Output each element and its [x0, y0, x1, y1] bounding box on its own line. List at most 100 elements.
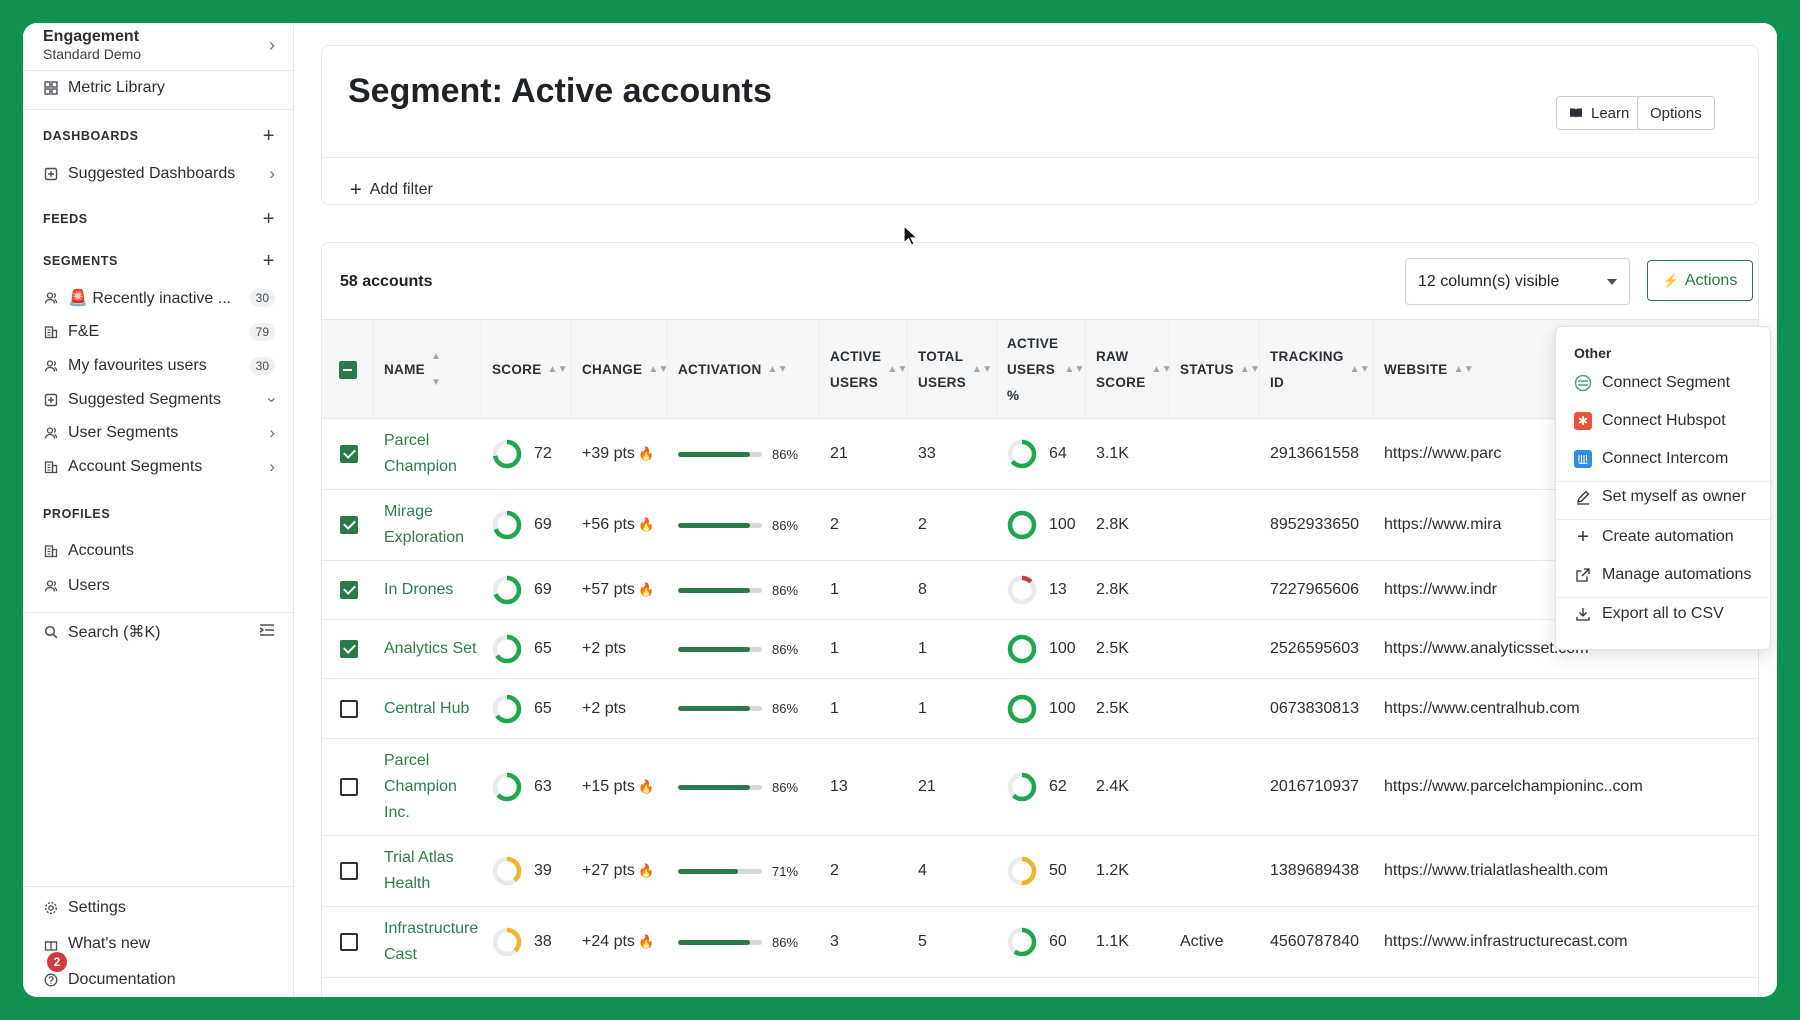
active-users-value: 2 — [830, 516, 839, 533]
add-feed-icon[interactable]: + — [263, 208, 275, 231]
active-users-pct-value: 13 — [1049, 581, 1067, 598]
row-select-cell — [340, 620, 358, 678]
change-value: +24 pts — [582, 933, 635, 950]
active-users-value: 1 — [830, 581, 839, 598]
column-header-score[interactable]: SCORE ▲▼ — [482, 320, 572, 420]
menu-item-label: Connect Hubspot — [1602, 412, 1726, 429]
column-visibility-select[interactable]: 12 column(s) visible — [1405, 258, 1630, 305]
column-header-name[interactable]: NAME ▲ ▼ — [374, 320, 482, 420]
change-cell: +57 pts 🔥 — [582, 561, 654, 619]
score-value: 69 — [534, 581, 552, 598]
actions-button[interactable]: ⚡ Actions — [1647, 260, 1753, 301]
change-value: +2 pts — [582, 699, 627, 717]
table-row[interactable]: Parcel Champion 72 +39 pts 🔥 86% 21 33 64 3.1K 29… — [322, 419, 1758, 490]
menu-item-export-csv[interactable]: Export all to CSV — [1574, 600, 1764, 628]
sidebar-item-suggested-segments[interactable]: Suggested Segments › — [43, 387, 282, 413]
add-segment-icon[interactable]: + — [263, 250, 275, 273]
sidebar-item-fe[interactable]: F&E 79 — [43, 319, 275, 345]
learn-button[interactable]: Learn — [1556, 96, 1643, 130]
sidebar-search[interactable]: Search (⌘K) — [43, 619, 275, 645]
row-checkbox[interactable] — [340, 699, 358, 718]
sidebar-item-metric-library[interactable]: Metric Library — [43, 75, 275, 101]
column-header-change[interactable]: CHANGE ▲▼ — [572, 320, 668, 420]
change-cell: +39 pts 🔥 — [582, 419, 654, 489]
flame-icon: 🔥 — [637, 934, 655, 949]
total-users-cell: 33 — [918, 419, 936, 489]
column-header-tracking-id[interactable]: TRACKING ID ▲▼ — [1260, 320, 1374, 420]
column-header-raw-score[interactable]: RAW SCORE ▲▼ — [1086, 320, 1172, 420]
sidebar-item-label: What's new — [68, 935, 151, 952]
select-all-checkbox[interactable] — [338, 361, 357, 379]
sidebar-item-user-segments[interactable]: User Segments › — [43, 420, 275, 446]
sidebar-item-whats-new[interactable]: What's new — [43, 931, 275, 957]
options-button[interactable]: Options — [1637, 96, 1715, 130]
sidebar-item-settings[interactable]: Settings — [43, 895, 275, 921]
sidebar-item-suggested-dashboards[interactable]: Suggested Dashboards › — [43, 161, 275, 187]
users-icon — [43, 358, 59, 374]
options-label: Options — [1650, 104, 1702, 122]
active-users-ring — [1007, 439, 1037, 469]
collapse-sidebar-icon[interactable] — [259, 622, 275, 642]
sidebar-item-recently-inactive[interactable]: 🚨 Recently inactive ... 30 — [43, 285, 275, 311]
menu-item-connect-segment[interactable]: Connect Segment — [1574, 369, 1764, 397]
menu-item-manage-automations[interactable]: Manage automations — [1574, 561, 1764, 589]
change-cell: +27 pts 🔥 — [582, 836, 654, 906]
account-name-link[interactable]: In Drones — [384, 577, 453, 603]
column-header-active-users[interactable]: ACTIVE USERS ▲▼ — [820, 320, 908, 420]
column-header-total-users[interactable]: TOTAL USERS ▲▼ — [908, 320, 997, 420]
table-row[interactable]: Analytics Set 65 +2 pts 86% 1 1 100 2.5K 2526595… — [322, 620, 1758, 679]
column-header-activation[interactable]: ACTIVATION ▲▼ — [668, 320, 820, 420]
table-row[interactable]: Infrastructure Cast 38 +24 pts 🔥 86% 3 5 60 1.1K… — [322, 907, 1758, 978]
header-label: TOTAL USERS — [918, 349, 967, 390]
account-name-link[interactable]: Central Hub — [384, 696, 469, 722]
table-row[interactable]: In Drones 69 +57 pts 🔥 86% 1 8 13 2.8K 7227965606… — [322, 561, 1758, 620]
table-row[interactable]: Parcel Champion Inc. 63 +15 pts 🔥 86% 13 21 62 2… — [322, 739, 1758, 836]
flame-icon: 🔥 — [637, 863, 655, 878]
column-header-status[interactable]: STATUS ▲▼ — [1170, 320, 1260, 420]
help-icon — [43, 972, 59, 988]
add-dashboard-icon[interactable]: + — [263, 125, 275, 148]
account-name-link[interactable]: Parcel Champion — [384, 428, 482, 480]
table-row[interactable]: Central Hub 65 +2 pts 86% 1 1 100 2.5K 067383081… — [322, 679, 1758, 739]
progress-bar — [678, 451, 762, 457]
sidebar-item-my-favourites[interactable]: My favourites users 30 — [43, 353, 275, 379]
intercom-icon — [1574, 450, 1592, 468]
active-users-ring — [1007, 927, 1037, 957]
column-header-active-users-pct[interactable]: ACTIVE USERS% ▲▼ — [997, 320, 1086, 420]
active-users-cell: 3 — [830, 907, 839, 977]
change-value: +57 pts — [582, 581, 635, 598]
status-value: Active — [1180, 933, 1224, 950]
name-cell: Analytics Set — [384, 620, 482, 678]
sidebar-item-account-segments[interactable]: Account Segments › — [43, 454, 275, 480]
account-name-link[interactable]: Infrastructure Cast — [384, 916, 482, 968]
count-badge: 30 — [249, 289, 275, 307]
menu-item-create-automation[interactable]: + Create automation — [1574, 523, 1764, 551]
sidebar-item-accounts[interactable]: Accounts — [43, 538, 275, 564]
row-checkbox[interactable] — [340, 581, 358, 599]
row-checkbox[interactable] — [340, 862, 358, 880]
score-ring — [492, 510, 522, 540]
menu-item-set-owner[interactable]: Set myself as owner — [1574, 483, 1764, 511]
sidebar-item-label: Metric Library — [68, 79, 165, 96]
account-name-link[interactable]: Parcel Champion Inc. — [384, 748, 482, 826]
workspace-switcher[interactable]: Engagement Standard Demo › — [43, 27, 275, 69]
row-checkbox[interactable] — [340, 516, 358, 534]
tracking-id-cell: 4560787840 — [1270, 907, 1359, 977]
search-icon — [43, 624, 59, 640]
add-filter-button[interactable]: + Add filter — [350, 180, 433, 200]
table-row[interactable]: Trial Atlas Health 39 +27 pts 🔥 71% 2 4 50 1.2K 1… — [322, 836, 1758, 907]
menu-item-connect-hubspot[interactable]: ✱ Connect Hubspot — [1574, 407, 1764, 435]
row-checkbox[interactable] — [340, 778, 358, 796]
row-checkbox[interactable] — [340, 445, 358, 463]
tracking-id-value: 0673830813 — [1270, 699, 1359, 717]
account-name-link[interactable]: Analytics Set — [384, 636, 476, 662]
sidebar-item-users[interactable]: Users — [43, 573, 275, 599]
table-row[interactable]: Mirage Exploration 69 +56 pts 🔥 86% 2 2 100 2.8K… — [322, 490, 1758, 561]
row-checkbox[interactable] — [340, 640, 358, 658]
account-name-link[interactable]: Mirage Exploration — [384, 499, 482, 551]
change-value: +56 pts — [582, 516, 635, 533]
menu-item-connect-intercom[interactable]: Connect Intercom — [1574, 445, 1764, 473]
row-checkbox[interactable] — [340, 933, 358, 951]
account-name-link[interactable]: Trial Atlas Health — [384, 845, 482, 897]
sidebar-item-documentation[interactable]: Documentation — [43, 967, 275, 993]
